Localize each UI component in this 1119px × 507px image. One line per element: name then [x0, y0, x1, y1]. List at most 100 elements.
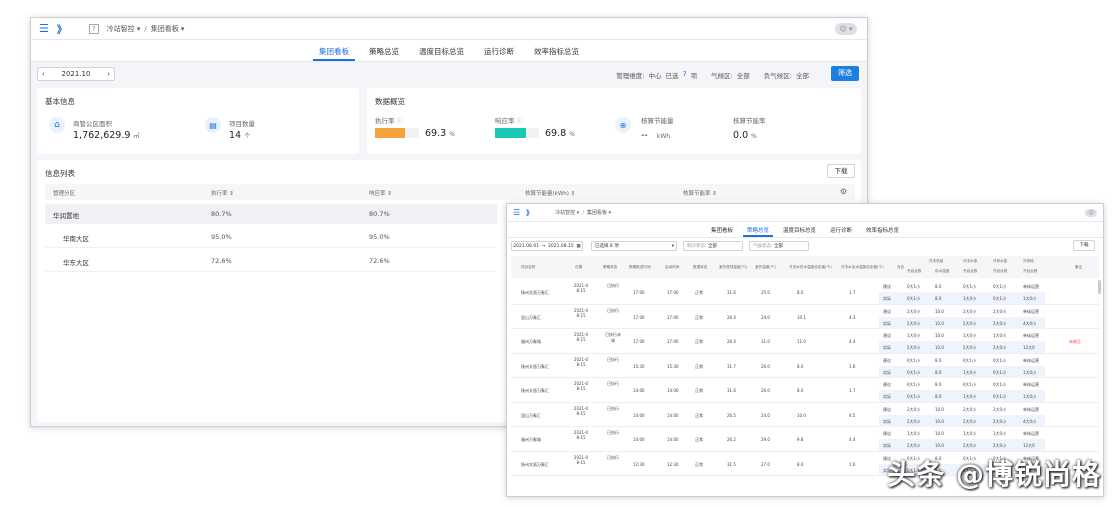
- breadcrumb-page[interactable]: 集团看板 ▾: [151, 24, 185, 34]
- table-row[interactable]: 扬州文昌万象汇 2021-08-15 已执行 15:30 15:30 正常 31.7 26.0…: [511, 354, 1099, 378]
- tab-group-dashboard[interactable]: 集团看板: [313, 40, 355, 61]
- tab-group-dashboard[interactable]: 集团看板: [707, 222, 737, 237]
- compare-value: 0大1小: [993, 296, 1007, 301]
- compare-label: 实际: [883, 369, 891, 375]
- table-row[interactable]: 福州万象城 2021-08-15 已执行未调 17:00 17:00 正常 26.4 31.0…: [511, 329, 1099, 354]
- table-row[interactable]: 福州万象城 2021-08-15 已执行 14:00 14:00 正常 26.2 29.0 9.…: [511, 427, 1099, 452]
- watermark: 头条 @博锐尚格: [887, 458, 1101, 491]
- saving-unit: kWh: [656, 133, 671, 140]
- compare-actual-row: 实际 2大0小 10.0 2大0小 2大0小 12大0: [879, 341, 1045, 353]
- exec-label: 执行率: [375, 117, 395, 125]
- row-name: 华东大区: [63, 259, 89, 267]
- group-chiller: 冷冻机组: [929, 259, 944, 263]
- breadcrumb-separator: /: [144, 24, 147, 33]
- cell-wet: 31.6: [727, 290, 736, 295]
- compare-value: 1大0小: [963, 333, 977, 338]
- sub-chw-count: 开启台数: [963, 269, 978, 273]
- row-exec: 72.6%: [211, 257, 232, 265]
- cell-out: 1.6: [849, 363, 856, 369]
- table-row[interactable]: 扬州文昌万象汇 2021-08-15 已执行 17:00 17:00 正常 31.6 25.0…: [511, 280, 1099, 305]
- saving-label: 核算节能量: [641, 117, 674, 125]
- group-cw-pump: 冷却水泵: [993, 259, 1008, 263]
- cell-start: 14:00: [667, 437, 679, 442]
- row-resp: 80.7%: [369, 210, 390, 218]
- breadcrumb-page[interactable]: 集团看板 ▾: [587, 209, 611, 216]
- climate-state-select[interactable]: 气候状态: 全部: [749, 241, 809, 251]
- table-row[interactable]: 华润置地 80.7% 80.7%: [45, 204, 497, 224]
- climate-state-value: 全部: [773, 244, 783, 249]
- project-select-value: 已选择 8 项: [595, 244, 619, 249]
- col-saving[interactable]: 核算节能量(kWh) ⇕: [525, 189, 575, 197]
- table-row[interactable]: 扬州文昌万象汇 2021-08-15 已执行 14:00 14:00 正常 31.6 26.0…: [511, 378, 1099, 403]
- cell-data: 正常: [695, 290, 703, 295]
- cell-out: 1.6: [849, 461, 856, 467]
- table-row[interactable]: 华东大区 72.6% 72.6%: [45, 250, 497, 272]
- tab-diagnosis[interactable]: 运行诊断: [826, 222, 856, 237]
- compare-value: 1大0小: [907, 333, 921, 338]
- compare-value: 单体运营: [1023, 333, 1039, 338]
- table-row[interactable]: 华南大区 95.0% 95.0%: [45, 226, 497, 248]
- saving-rate-value-row: 0.0 %: [733, 130, 757, 141]
- tab-diagnosis[interactable]: 运行诊断: [478, 40, 520, 61]
- compare-suggest-row: 建议 1大0小 10.0 1大0小 1大0小 单体运营: [879, 329, 1045, 341]
- compare-label: 实际: [883, 345, 891, 350]
- settings-icon[interactable]: ⚙: [840, 187, 847, 196]
- table-row[interactable]: 昆山万象汇 2021-08-15 已执行 14:00 14:00 正常 26.5 24.0 10…: [511, 403, 1099, 427]
- saving-rate-unit: %: [751, 133, 757, 140]
- project-value-row: 14 个: [229, 130, 250, 141]
- compare-value: 10.0: [935, 443, 944, 448]
- download-button[interactable]: 下载: [827, 164, 855, 178]
- cell-status: 已执行未调: [605, 332, 621, 343]
- menu-icon[interactable]: ☰: [39, 22, 49, 35]
- compare-value: 10.0: [935, 308, 944, 314]
- compare-value: 2大0小: [907, 308, 921, 314]
- resp-value: 69.8: [545, 128, 567, 139]
- cooling-state-select[interactable]: 制冷状态: 全部: [683, 241, 743, 251]
- compare-value: 0大1小: [907, 357, 921, 363]
- cell-out: 4.3: [849, 314, 856, 320]
- menu-icon[interactable]: ☰: [513, 208, 520, 217]
- row-name: 华南大区: [63, 235, 89, 243]
- user-avatar[interactable]: ☺ ▾: [835, 22, 857, 35]
- climate-value: 全部: [736, 72, 750, 80]
- saving-value: --: [641, 130, 648, 141]
- tab-strategy-overview[interactable]: 策略总览: [742, 222, 773, 237]
- cell-wet: 26.5: [727, 412, 736, 418]
- project-select[interactable]: 已选择 8 项 ▾: [591, 241, 677, 251]
- breadcrumb-app[interactable]: 冷站智控 ▾: [107, 24, 141, 34]
- tab-efficiency[interactable]: 效率指标总览: [862, 222, 903, 237]
- col-resp[interactable]: 响应率 ⇕: [369, 189, 392, 197]
- table-row[interactable]: 昆山万象汇 2021-08-15 已执行 17:00 17:00 正常 26.4 24.0 10…: [511, 305, 1099, 329]
- tab-efficiency[interactable]: 效率指标总览: [528, 40, 585, 61]
- compare-value: 2大0小: [907, 443, 921, 448]
- filter-button[interactable]: 筛选: [831, 66, 859, 81]
- compare-value: 2大0小: [963, 308, 977, 314]
- scrollbar[interactable]: [1098, 280, 1101, 294]
- col-compare: 对比: [897, 265, 905, 269]
- tab-strategy-overview[interactable]: 策略总览: [363, 40, 405, 61]
- col-start: 启动时间: [665, 265, 680, 269]
- help-icon[interactable]: ?: [88, 23, 99, 34]
- cell-date: 2021-08-15: [573, 454, 589, 465]
- cell-dry: 27.0: [761, 461, 770, 467]
- compare-actual-row: 实际 0大1小 8.0 1大0小 0大1小 1大0小: [879, 365, 1045, 378]
- col-saving-rate[interactable]: 核算节能率 ⇕: [683, 189, 717, 197]
- cell-out: 4.4: [849, 339, 856, 344]
- breadcrumb-app[interactable]: 冷站智控 ▾: [555, 209, 579, 216]
- compare-value: 8.0: [935, 357, 942, 363]
- user-avatar[interactable]: ☺: [1085, 208, 1097, 217]
- cell-data: 正常: [695, 363, 703, 369]
- col-exec[interactable]: 执行率 ⇕: [211, 189, 234, 197]
- resp-bar-fill: [495, 128, 526, 138]
- compare-value: 单体运营: [1023, 406, 1039, 412]
- exec-value: 69.3: [425, 128, 447, 139]
- tab-temp-target[interactable]: 温度目标总览: [413, 40, 470, 61]
- tab-temp-target[interactable]: 温度目标总览: [779, 222, 820, 237]
- download-button[interactable]: 下载: [1073, 240, 1095, 251]
- next-month-icon[interactable]: ›: [107, 70, 110, 78]
- date-range-picker[interactable]: 2021.08.01 → 2021.08.15 ▦: [511, 241, 583, 251]
- month-picker[interactable]: ‹ 2021.10 ›: [37, 67, 115, 81]
- prev-month-icon[interactable]: ‹: [42, 70, 45, 78]
- cell-dry: 25.0: [761, 290, 770, 295]
- compare-value: 2大0小: [907, 418, 921, 424]
